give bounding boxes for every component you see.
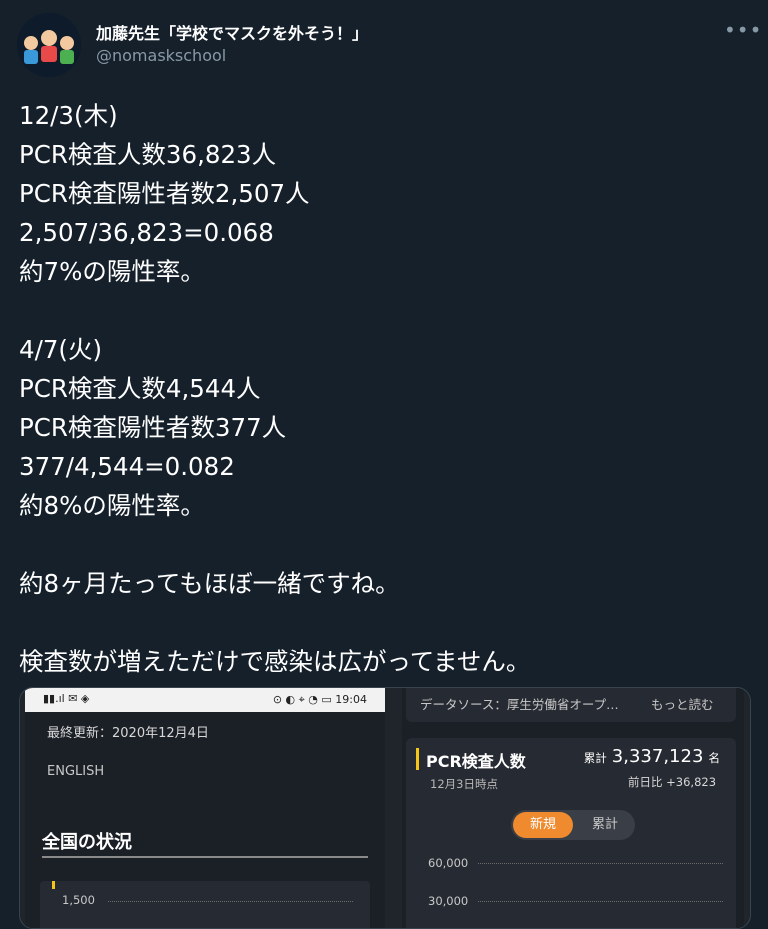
data-source: データソース：厚生労働省オープ… — [420, 697, 619, 712]
cumulative-unit: 名 — [708, 751, 721, 765]
tweet-line: 2,507/36,823=0.068 — [19, 218, 274, 247]
tick-label-top: 60,000 — [428, 856, 469, 870]
card-marker — [416, 748, 419, 770]
gridline — [478, 901, 723, 902]
status-icons: ⊙ ◐ ⌖ ◔ ▭ — [272, 693, 336, 706]
status-right: ⊙ ◐ ⌖ ◔ ▭ 19:04 — [273, 693, 367, 707]
pcr-card: PCR検査人数 12月3日時点 累計 3,337,123 名 前日比 +36,8… — [406, 738, 736, 928]
tweet-text: 12/3(木) PCR検査人数36,823人 PCR検査陽性者数2,507人 2… — [19, 96, 749, 681]
cumulative-value: 3,337,123 — [611, 746, 704, 767]
media-image-left[interactable]: ▮▮.ıl ✉ ◈ ⊙ ◐ ⌖ ◔ ▭ 19:04 最終更新：2020年12月4… — [25, 688, 385, 928]
tick-label-mid: 30,000 — [428, 894, 469, 908]
section-divider — [42, 856, 368, 858]
tweet-line: 約8ヶ月たってもほぼ一緒ですね。 — [19, 569, 400, 598]
toggle-cumulative[interactable]: 累計 — [577, 812, 633, 838]
user-handle[interactable]: @nomaskschool — [96, 46, 226, 65]
status-time: 19:04 — [335, 693, 367, 706]
as-of-date: 12月3日時点 — [430, 777, 498, 791]
tweet-line: 約7%の陽性率。 — [19, 257, 205, 286]
section-title: 全国の状況 — [42, 832, 132, 853]
avatar[interactable] — [17, 13, 81, 77]
tweet-line: 約8%の陽性率。 — [19, 491, 205, 520]
prev-day-diff: 前日比 +36,823 — [628, 775, 717, 789]
avatar-illustration — [17, 13, 81, 77]
tweet-line: 12/3(木) — [19, 101, 118, 130]
tweet-line — [19, 603, 749, 642]
last-updated: 最終更新：2020年12月4日 — [47, 726, 209, 741]
tweet-line: PCR検査陽性者数377人 — [19, 413, 287, 442]
tweet-line — [19, 525, 749, 564]
tweet-line: 377/4,544=0.082 — [19, 452, 235, 481]
tweet-line: PCR検査人数36,823人 — [19, 140, 277, 169]
tweet-line: 4/7(火) — [19, 335, 103, 364]
media-image-right[interactable]: データソース：厚生労働省オープ… もっと読む PCR検査人数 12月3日時点 累… — [402, 688, 744, 928]
gridline — [108, 901, 353, 902]
tweet-line: PCR検査陽性者数2,507人 — [19, 179, 310, 208]
signal-icon: ▮▮.ıl ✉ ◈ — [43, 692, 90, 705]
cumulative-label: 累計 — [583, 751, 607, 765]
english-link: ENGLISH — [47, 764, 105, 779]
cumulative-total: 累計 3,337,123 名 — [584, 746, 720, 767]
tweet-line: PCR検査人数4,544人 — [19, 374, 261, 403]
read-more-link: もっと読む — [651, 697, 714, 712]
card-marker — [52, 881, 55, 889]
gridline — [478, 863, 723, 864]
tweet-line: 検査数が増えただけで感染は広がってません。 — [19, 647, 531, 676]
toggle-new[interactable]: 新規 — [513, 812, 573, 838]
display-name[interactable]: 加藤先生「学校でマスクを外そう！」 — [96, 20, 368, 44]
tweet-line — [19, 291, 749, 330]
data-source-card: データソース：厚生労働省オープ… もっと読む — [406, 688, 736, 722]
chart-card: 1,500 — [40, 881, 370, 928]
pcr-title: PCR検査人数 — [426, 752, 526, 771]
tick-label: 1,500 — [62, 893, 95, 907]
phone-status-bar: ▮▮.ıl ✉ ◈ ⊙ ◐ ⌖ ◔ ▭ 19:04 — [25, 688, 385, 712]
tweet-media[interactable]: ▮▮.ıl ✉ ◈ ⊙ ◐ ⌖ ◔ ▭ 19:04 最終更新：2020年12月4… — [19, 687, 751, 929]
more-options-icon[interactable]: ••• — [724, 18, 762, 42]
view-toggle[interactable]: 新規 累計 — [511, 810, 635, 840]
